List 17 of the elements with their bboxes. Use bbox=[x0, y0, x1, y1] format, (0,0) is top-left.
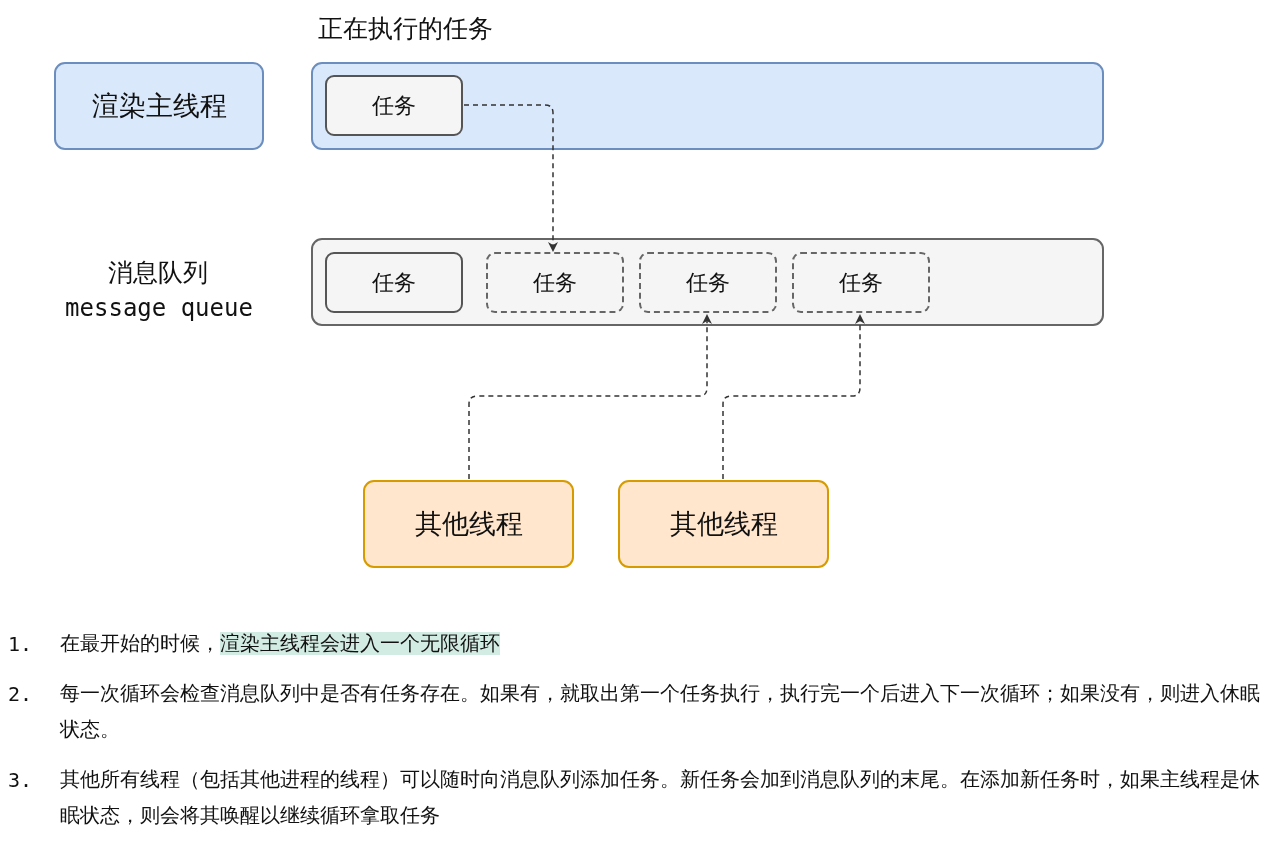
task-box: 任务 bbox=[486, 252, 624, 313]
queue-label: 消息队列 bbox=[107, 257, 209, 289]
note-text: 每一次循环会检查消息队列中是否有任务存在。如果有，就取出第一个任务执行，执行完一个后进入下一次循环；如果没有，则进入休眠状态。 bbox=[60, 681, 1261, 743]
queue-label-english: message queue bbox=[64, 294, 254, 322]
task-box: 任务 bbox=[325, 75, 463, 136]
thread-box: 其他线程 bbox=[618, 480, 829, 568]
main-thread-box: 渲染主线程 bbox=[54, 62, 264, 150]
list-number: 3. bbox=[8, 767, 34, 794]
task-box: 任务 bbox=[325, 252, 463, 313]
note-text: 在最开始的时候，渲染主线程会进入一个无限循环 bbox=[60, 631, 500, 657]
list-number: 2. bbox=[8, 681, 34, 708]
thread-box: 其他线程 bbox=[363, 480, 574, 568]
task-box: 任务 bbox=[639, 252, 777, 313]
note-text: 其他所有线程（包括其他进程的线程）可以随时向消息队列添加任务。新任务会加到消息队列的末尾。在添加新任务时，如果主线程是休眠状态，则会将其唤醒以继续循环拿取任务 bbox=[60, 767, 1261, 829]
task-box: 任务 bbox=[792, 252, 930, 313]
list-number: 1. bbox=[8, 631, 34, 658]
lane-title: 正在执行的任务 bbox=[318, 13, 493, 45]
